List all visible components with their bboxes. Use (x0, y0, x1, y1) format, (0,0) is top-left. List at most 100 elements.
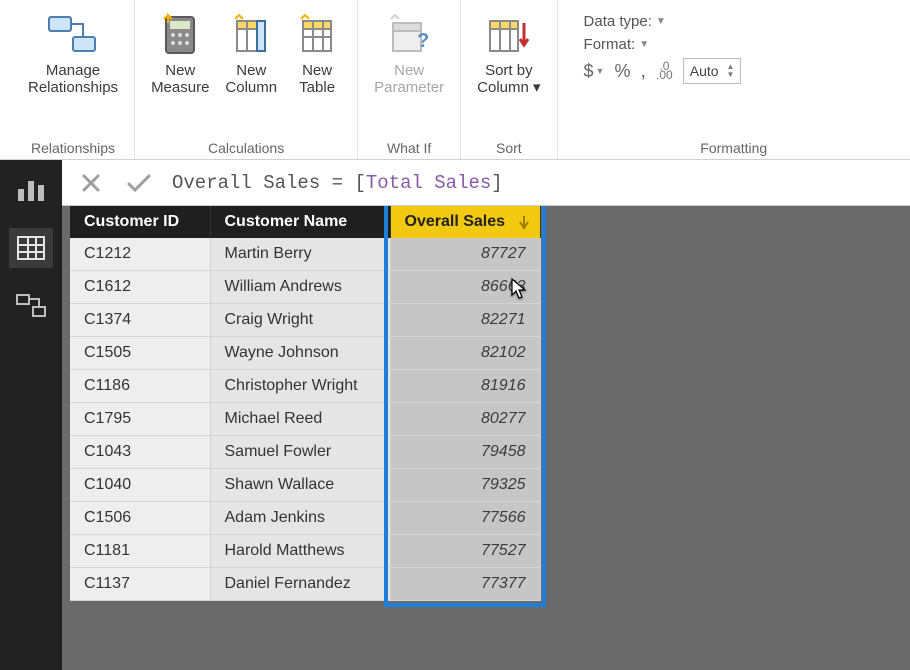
accept-formula-button[interactable] (122, 172, 156, 194)
cell-customer-name[interactable]: Craig Wright (210, 304, 390, 337)
cell-overall-sales[interactable]: 79325 (390, 469, 540, 502)
model-view-button[interactable] (9, 286, 53, 326)
chevron-down-icon: ▼ (656, 16, 666, 27)
cell-customer-name[interactable]: Adam Jenkins (210, 502, 390, 535)
cell-overall-sales[interactable]: 80277 (390, 403, 540, 436)
new-column-icon (231, 10, 271, 60)
table-row[interactable]: C1040Shawn Wallace79325 (70, 469, 540, 502)
table-row[interactable]: C1612William Andrews86663 (70, 271, 540, 304)
cell-overall-sales[interactable]: 77566 (390, 502, 540, 535)
sort-by-column-button[interactable]: Sort byColumn ▾ (471, 4, 546, 103)
new-parameter-label: NewParameter (374, 62, 444, 97)
thousands-button[interactable]: , (640, 60, 646, 83)
data-type-label: Data type: (584, 13, 652, 30)
report-view-button[interactable] (9, 170, 53, 210)
cell-customer-id[interactable]: C1137 (70, 568, 210, 601)
cell-overall-sales[interactable]: 82271 (390, 304, 540, 337)
data-grid-container: Customer ID Customer Name Overall Sales … (62, 206, 910, 670)
workspace: Overall Sales = [Total Sales] Customer I… (0, 160, 910, 670)
cell-customer-id[interactable]: C1186 (70, 370, 210, 403)
table-row[interactable]: C1137Daniel Fernandez77377 (70, 568, 540, 601)
ribbon-caption-calculations: Calculations (145, 138, 347, 159)
cell-customer-name[interactable]: Christopher Wright (210, 370, 390, 403)
relationships-icon (45, 10, 101, 60)
cell-customer-name[interactable]: Michael Reed (210, 403, 390, 436)
stepper-icon: ▲▼ (727, 63, 735, 79)
cancel-formula-button[interactable] (76, 172, 106, 194)
cell-customer-name[interactable]: Wayne Johnson (210, 337, 390, 370)
ribbon-caption-formatting: Formatting (568, 138, 900, 159)
cell-customer-id[interactable]: C1505 (70, 337, 210, 370)
view-switcher (0, 160, 62, 670)
currency-button[interactable]: $ ▼ (584, 61, 605, 82)
cell-customer-id[interactable]: C1612 (70, 271, 210, 304)
manage-relationships-label: ManageRelationships (28, 62, 118, 97)
table-row[interactable]: C1506Adam Jenkins77566 (70, 502, 540, 535)
new-column-button[interactable]: NewColumn (219, 4, 283, 103)
model-icon (15, 293, 47, 319)
col-header-customer-id[interactable]: Customer ID (70, 206, 210, 238)
table-row[interactable]: C1505Wayne Johnson82102 (70, 337, 540, 370)
table-row[interactable]: C1043Samuel Fowler79458 (70, 436, 540, 469)
ribbon-caption-sort: Sort (471, 138, 546, 159)
format-dropdown[interactable]: Format: ▼ (584, 36, 650, 53)
table-icon (16, 235, 46, 261)
col-header-customer-name[interactable]: Customer Name (210, 206, 390, 238)
sort-icon (486, 10, 532, 60)
decimal-places-value: Auto (690, 63, 719, 79)
cell-overall-sales[interactable]: 81916 (390, 370, 540, 403)
sort-desc-icon (518, 214, 530, 230)
ribbon: ManageRelationships Relationships NewMea… (0, 0, 910, 160)
formula-field: Total Sales (366, 172, 491, 194)
cell-overall-sales[interactable]: 79458 (390, 436, 540, 469)
data-type-dropdown[interactable]: Data type: ▼ (584, 13, 666, 30)
cell-overall-sales[interactable]: 87727 (390, 238, 540, 271)
cell-overall-sales[interactable]: 86663 (390, 271, 540, 304)
cell-customer-id[interactable]: C1506 (70, 502, 210, 535)
cell-customer-id[interactable]: C1181 (70, 535, 210, 568)
decimal-button[interactable]: .0.00 (656, 62, 673, 80)
cell-customer-id[interactable]: C1374 (70, 304, 210, 337)
new-measure-button[interactable]: NewMeasure (145, 4, 215, 103)
bar-chart-icon (16, 177, 46, 203)
data-view-button[interactable] (9, 228, 53, 268)
cell-overall-sales[interactable]: 77377 (390, 568, 540, 601)
new-measure-label: NewMeasure (151, 62, 209, 97)
cell-customer-id[interactable]: C1043 (70, 436, 210, 469)
cell-customer-name[interactable]: Martin Berry (210, 238, 390, 271)
sort-by-column-label: Sort byColumn ▾ (477, 62, 540, 97)
cell-customer-name[interactable]: Samuel Fowler (210, 436, 390, 469)
table-row[interactable]: C1374Craig Wright82271 (70, 304, 540, 337)
table-header-row: Customer ID Customer Name Overall Sales (70, 206, 540, 238)
cell-customer-name[interactable]: Shawn Wallace (210, 469, 390, 502)
decimal-places-input[interactable]: Auto ▲▼ (683, 58, 742, 84)
data-grid[interactable]: Customer ID Customer Name Overall Sales … (70, 206, 541, 601)
new-parameter-button[interactable]: ? NewParameter (368, 4, 450, 103)
chevron-down-icon: ▼ (639, 39, 649, 50)
cell-customer-name[interactable]: William Andrews (210, 271, 390, 304)
cell-customer-id[interactable]: C1795 (70, 403, 210, 436)
ribbon-caption-whatif: What If (368, 138, 450, 159)
percent-button[interactable]: % (614, 61, 630, 82)
ribbon-group-formatting: Data type: ▼ Format: ▼ $ ▼ % , .0.00 Aut… (558, 0, 910, 159)
new-table-button[interactable]: NewTable (287, 4, 347, 103)
currency-symbol: $ (584, 61, 594, 82)
table-row[interactable]: C1186Christopher Wright81916 (70, 370, 540, 403)
cell-customer-id[interactable]: C1040 (70, 469, 210, 502)
cell-overall-sales[interactable]: 82102 (390, 337, 540, 370)
manage-relationships-button[interactable]: ManageRelationships (22, 4, 124, 103)
col-header-overall-sales[interactable]: Overall Sales (390, 206, 540, 238)
ribbon-group-relationships: ManageRelationships Relationships (12, 0, 135, 159)
ribbon-group-sort: Sort byColumn ▾ Sort (461, 0, 557, 159)
cell-customer-name[interactable]: Harold Matthews (210, 535, 390, 568)
formula-bar: Overall Sales = [Total Sales] (62, 160, 910, 206)
col-header-overall-sales-label: Overall Sales (405, 213, 506, 230)
cell-customer-id[interactable]: C1212 (70, 238, 210, 271)
table-row[interactable]: C1795Michael Reed80277 (70, 403, 540, 436)
ribbon-caption-relationships: Relationships (22, 138, 124, 159)
formula-input[interactable]: Overall Sales = [Total Sales] (172, 172, 503, 194)
table-row[interactable]: C1181Harold Matthews77527 (70, 535, 540, 568)
cell-overall-sales[interactable]: 77527 (390, 535, 540, 568)
cell-customer-name[interactable]: Daniel Fernandez (210, 568, 390, 601)
table-row[interactable]: C1212Martin Berry87727 (70, 238, 540, 271)
